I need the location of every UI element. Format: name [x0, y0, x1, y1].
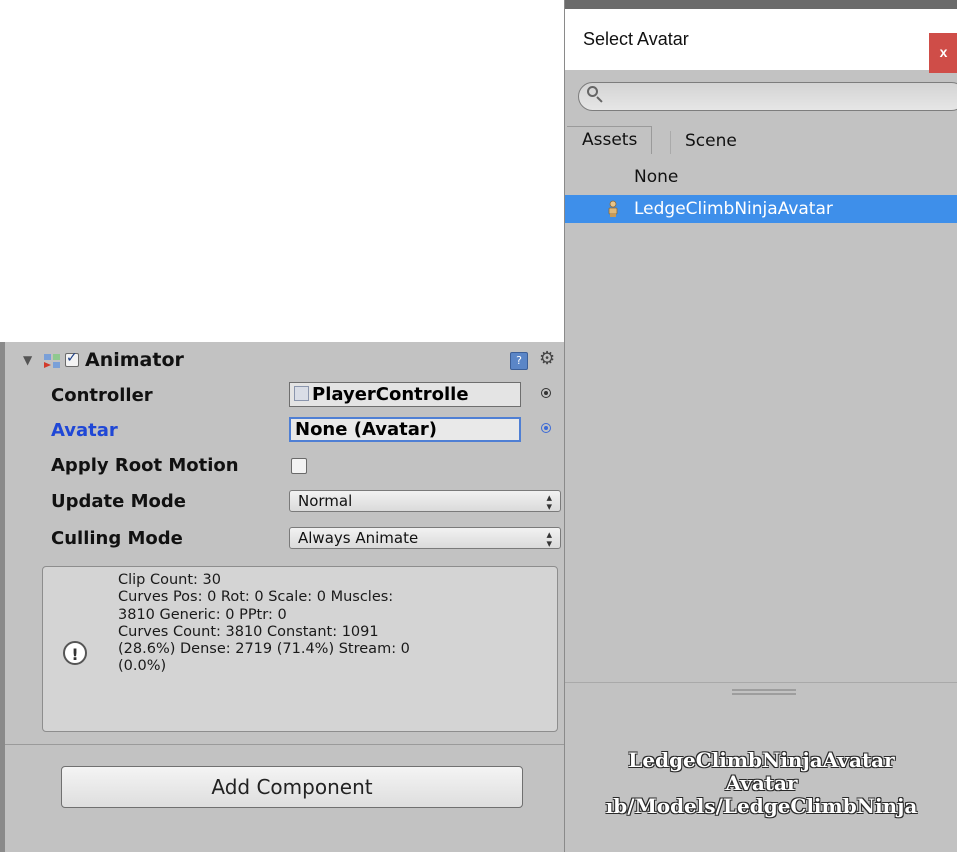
help-book-icon[interactable]: ?	[510, 352, 528, 370]
animator-component-icon	[44, 354, 60, 368]
info-line: (0.0%)	[118, 658, 167, 675]
close-button[interactable]: x	[929, 33, 957, 73]
update-mode-label: Update Mode	[51, 491, 186, 512]
update-mode-dropdown[interactable]: Normal ▴ ▾	[289, 490, 561, 512]
component-title: Animator	[85, 349, 184, 371]
preview-asset-path: ıb/Models/LedgeClimbNinja	[605, 794, 918, 818]
controller-object-picker-icon[interactable]	[541, 388, 551, 398]
gear-icon[interactable]: ⚙	[539, 348, 555, 369]
culling-mode-value: Always Animate	[298, 529, 419, 547]
update-mode-value: Normal	[298, 492, 353, 510]
info-message-text: Clip Count: 30 Curves Pos: 0 Rot: 0 Scal…	[118, 572, 548, 676]
tab-scene[interactable]: Scene	[670, 131, 751, 154]
resize-grip-icon[interactable]	[732, 689, 796, 695]
culling-mode-label: Culling Mode	[51, 528, 183, 549]
window-title: Select Avatar	[583, 29, 689, 49]
tab-assets[interactable]: Assets	[567, 126, 653, 154]
controller-label: Controller	[51, 385, 153, 406]
divider	[5, 744, 566, 745]
preview-asset-name: LedgeClimbNinjaAvatar	[628, 748, 895, 772]
info-icon: !	[63, 641, 87, 665]
controller-value: PlayerControlle	[312, 384, 469, 405]
animator-component-header[interactable]: ▼ Animator ? ⚙	[17, 348, 557, 372]
select-avatar-window: Select Avatar x Assets Scene None LedgeC…	[564, 0, 957, 852]
info-line: Clip Count: 30	[118, 572, 222, 588]
search-input[interactable]	[578, 82, 957, 111]
preview-divider	[565, 682, 957, 683]
tab-bar: Assets Scene	[565, 126, 957, 156]
avatar-field[interactable]: None (Avatar)	[289, 417, 521, 442]
component-enabled-checkbox[interactable]	[65, 350, 79, 367]
avatar-icon	[608, 200, 618, 217]
info-line: 3810 Generic: 0 PPtr: 0	[118, 606, 287, 623]
list-item-label: LedgeClimbNinjaAvatar	[634, 199, 833, 219]
dropdown-arrows-icon: ▴ ▾	[546, 528, 552, 550]
avatar-label: Avatar	[51, 420, 118, 441]
window-titlebar[interactable]: Select Avatar x	[565, 0, 957, 73]
list-item-label: None	[634, 167, 679, 187]
foldout-arrow-icon[interactable]: ▼	[23, 353, 32, 367]
dropdown-arrows-icon: ▴ ▾	[546, 491, 552, 513]
apply-root-motion-label: Apply Root Motion	[51, 455, 239, 476]
info-line: Curves Count: 3810 Constant: 1091	[118, 623, 379, 640]
preview-asset-type: Avatar	[725, 771, 798, 795]
animator-controller-icon	[294, 386, 309, 401]
controller-field[interactable]: PlayerControlle	[289, 382, 521, 407]
inspector-panel: ▼ Animator ? ⚙ Controller PlayerControll…	[0, 342, 566, 852]
info-line: (28.6%) Dense: 2719 (71.4%) Stream: 0	[118, 641, 410, 658]
culling-mode-dropdown[interactable]: Always Animate ▴ ▾	[289, 527, 561, 549]
avatar-object-picker-icon[interactable]	[541, 423, 551, 433]
list-item-ledge-climb-ninja-avatar[interactable]: LedgeClimbNinjaAvatar	[565, 195, 957, 223]
list-item-none[interactable]: None	[565, 163, 957, 191]
info-line: Curves Pos: 0 Rot: 0 Scale: 0 Muscles:	[118, 589, 394, 606]
add-component-button[interactable]: Add Component	[61, 766, 523, 808]
info-message-box: ! Clip Count: 30 Curves Pos: 0 Rot: 0 Sc…	[42, 566, 558, 732]
search-icon	[587, 86, 598, 97]
apply-root-motion-checkbox[interactable]	[291, 458, 307, 474]
